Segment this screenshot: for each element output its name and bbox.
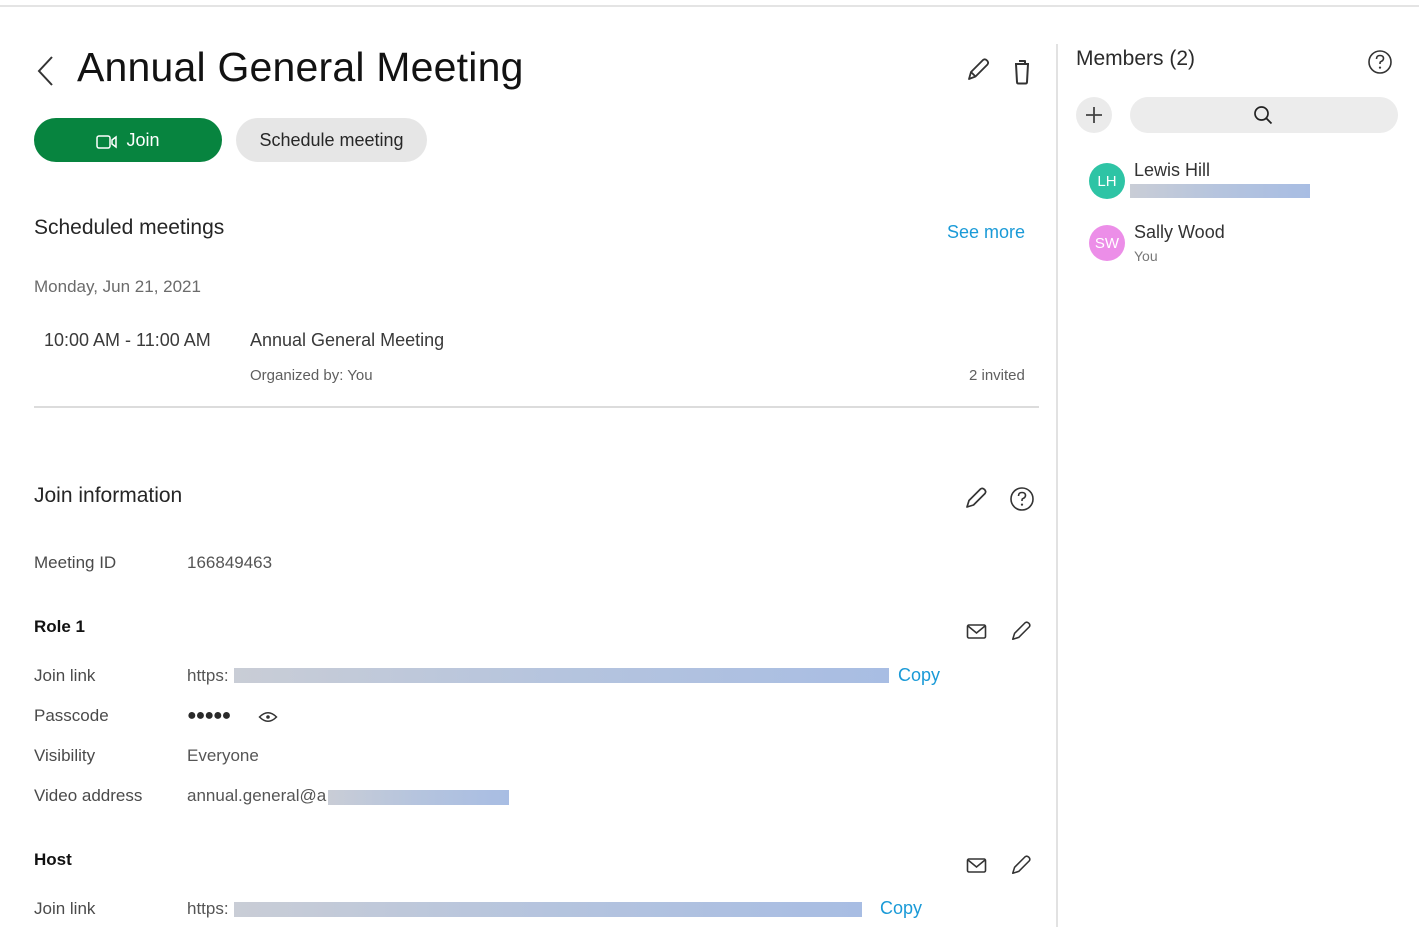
- copy-host-join-link-button[interactable]: Copy: [880, 898, 922, 919]
- trash-icon[interactable]: [1012, 57, 1032, 85]
- redacted-video-address: [328, 790, 509, 805]
- section-divider: [34, 406, 1039, 408]
- visibility-value: Everyone: [187, 746, 259, 765]
- back-chevron-icon[interactable]: [36, 55, 56, 87]
- passcode-masked: ●●●●●: [187, 707, 231, 724]
- redacted-host-join-link: [234, 902, 862, 917]
- meeting-id-label: Meeting ID: [34, 553, 117, 572]
- invited-count: 2 invited: [969, 367, 1025, 384]
- page-title: Annual General Meeting: [77, 44, 524, 90]
- help-question-icon[interactable]: [1367, 49, 1393, 75]
- edit-pencil-icon[interactable]: [1010, 620, 1032, 642]
- join-link-value[interactable]: https:: [187, 666, 229, 686]
- meeting-organizer: Organized by: You: [250, 367, 373, 384]
- meeting-date: Monday, Jun 21, 2021: [34, 277, 201, 296]
- join-link-label: Join link: [34, 666, 96, 685]
- add-member-button[interactable]: [1076, 97, 1112, 133]
- member-list-item[interactable]: SW: [1089, 225, 1125, 261]
- avatar: SW: [1089, 225, 1125, 261]
- member-name[interactable]: Sally Wood: [1134, 222, 1225, 243]
- member-name[interactable]: Lewis Hill: [1134, 160, 1210, 181]
- edit-pencil-icon[interactable]: [965, 57, 991, 83]
- passcode-label: Passcode: [34, 706, 109, 725]
- avatar: LH: [1089, 163, 1125, 199]
- see-more-link[interactable]: See more: [947, 222, 1025, 243]
- show-passcode-eye-icon[interactable]: [258, 710, 278, 724]
- meeting-name[interactable]: Annual General Meeting: [250, 330, 444, 351]
- join-information-title: Join information: [34, 484, 183, 507]
- member-subtitle: You: [1134, 248, 1158, 264]
- plus-icon: [1084, 105, 1104, 125]
- scheduled-meetings-title: Scheduled meetings: [34, 216, 225, 239]
- search-icon: [1253, 105, 1273, 125]
- edit-pencil-icon[interactable]: [1010, 854, 1032, 876]
- member-list-item[interactable]: LH: [1089, 163, 1125, 199]
- redacted-join-link: [234, 668, 889, 683]
- join-label: Join: [126, 129, 160, 150]
- mail-envelope-icon[interactable]: [966, 857, 988, 875]
- host-join-link-value[interactable]: https:: [187, 899, 229, 919]
- video-address-value[interactable]: annual.general@a: [187, 786, 326, 806]
- help-question-icon[interactable]: [1009, 486, 1035, 512]
- join-button[interactable]: Join: [34, 118, 222, 162]
- schedule-meeting-label: Schedule meeting: [259, 129, 404, 150]
- copy-join-link-button[interactable]: Copy: [898, 665, 940, 686]
- role-1-title: Role 1: [34, 617, 86, 636]
- meeting-id-value: 166849463: [187, 553, 273, 572]
- meeting-time: 10:00 AM - 11:00 AM: [44, 330, 211, 350]
- member-search-input[interactable]: [1130, 97, 1398, 133]
- redacted-member-email: [1130, 184, 1310, 198]
- schedule-meeting-button[interactable]: Schedule meeting: [236, 118, 427, 162]
- members-title: Members (2): [1076, 47, 1196, 70]
- host-role-title: Host: [34, 850, 72, 869]
- mail-envelope-icon[interactable]: [966, 623, 988, 641]
- visibility-label: Visibility: [34, 746, 96, 765]
- video-address-label: Video address: [34, 786, 143, 805]
- panel-divider: [1056, 44, 1058, 927]
- top-border: [0, 5, 1419, 7]
- host-join-link-prefix: https:: [187, 899, 229, 918]
- join-link-prefix: https:: [187, 666, 229, 685]
- host-join-link-label: Join link: [34, 899, 96, 918]
- edit-pencil-icon[interactable]: [964, 486, 988, 510]
- video-camera-icon: [96, 133, 118, 149]
